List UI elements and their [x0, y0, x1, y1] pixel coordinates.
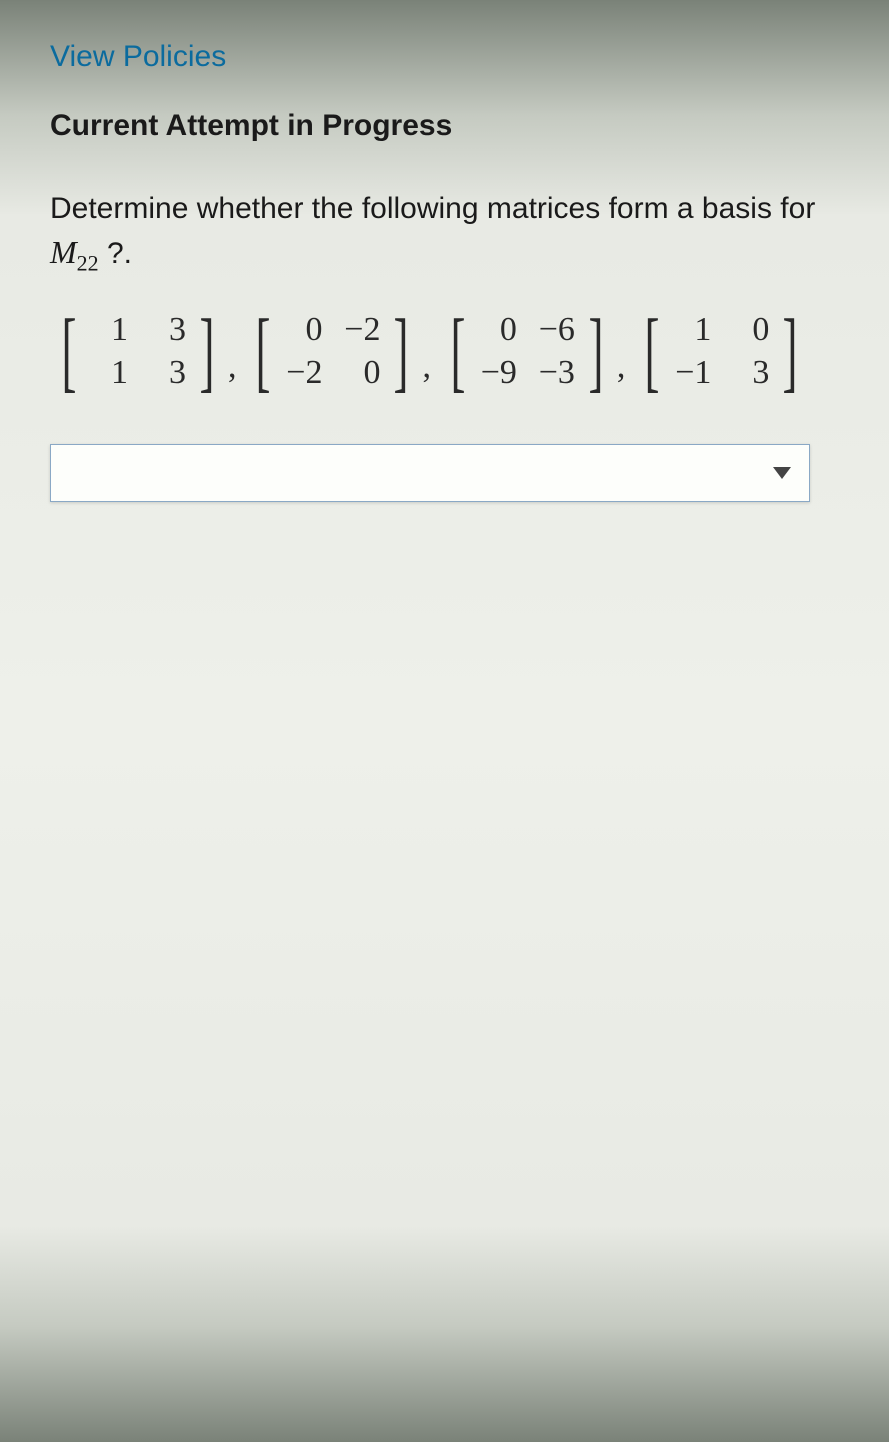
bracket-icon: [: [256, 318, 271, 386]
chevron-down-icon: [773, 467, 791, 479]
m4-a21: −1: [673, 352, 711, 395]
m4-a12: 0: [731, 309, 769, 352]
m3-a11: 0: [479, 309, 517, 352]
m2-a21: −2: [284, 352, 322, 395]
m2-a22: 0: [342, 352, 380, 395]
separator: ,: [617, 348, 626, 394]
separator: ,: [228, 348, 237, 394]
space-symbol: M22: [50, 234, 99, 270]
bracket-icon: ]: [199, 318, 214, 386]
m1-a22: 3: [148, 352, 186, 395]
m1-a12: 3: [148, 309, 186, 352]
m1-a11: 1: [90, 309, 128, 352]
bracket-icon: ]: [783, 318, 798, 386]
m3-a12: −6: [537, 309, 575, 352]
bracket-icon: [: [645, 318, 660, 386]
matrix-1: [ 13 13 ]: [54, 309, 222, 394]
answer-select[interactable]: [50, 444, 810, 502]
bracket-icon: ]: [394, 318, 409, 386]
m4-a11: 1: [673, 309, 711, 352]
question-text: Determine whether the following matrices…: [50, 188, 839, 279]
m3-a21: −9: [479, 352, 517, 395]
question-prefix: Determine whether the following matrices…: [50, 192, 815, 225]
matrix-set: [ 13 13 ] , [ 0−2 −20 ] , [ 0−6 −9−3 ] ,…: [50, 309, 839, 394]
m3-a22: −3: [537, 352, 575, 395]
m1-a21: 1: [90, 352, 128, 395]
matrix-4: [ 10 −1 3 ]: [637, 309, 805, 394]
matrix-2: [ 0−2 −20 ]: [248, 309, 416, 394]
view-policies-link[interactable]: View Policies: [50, 40, 839, 74]
separator: ,: [422, 348, 431, 394]
bracket-icon: [: [61, 318, 76, 386]
bracket-icon: [: [450, 318, 465, 386]
matrix-3: [ 0 −6 −9 −3 ]: [443, 309, 611, 394]
bracket-icon: ]: [588, 318, 603, 386]
question-suffix: ?.: [99, 237, 132, 270]
m4-a22: 3: [731, 352, 769, 395]
attempt-status: Current Attempt in Progress: [50, 109, 839, 143]
m2-a11: 0: [284, 309, 322, 352]
m2-a12: −2: [342, 309, 380, 352]
